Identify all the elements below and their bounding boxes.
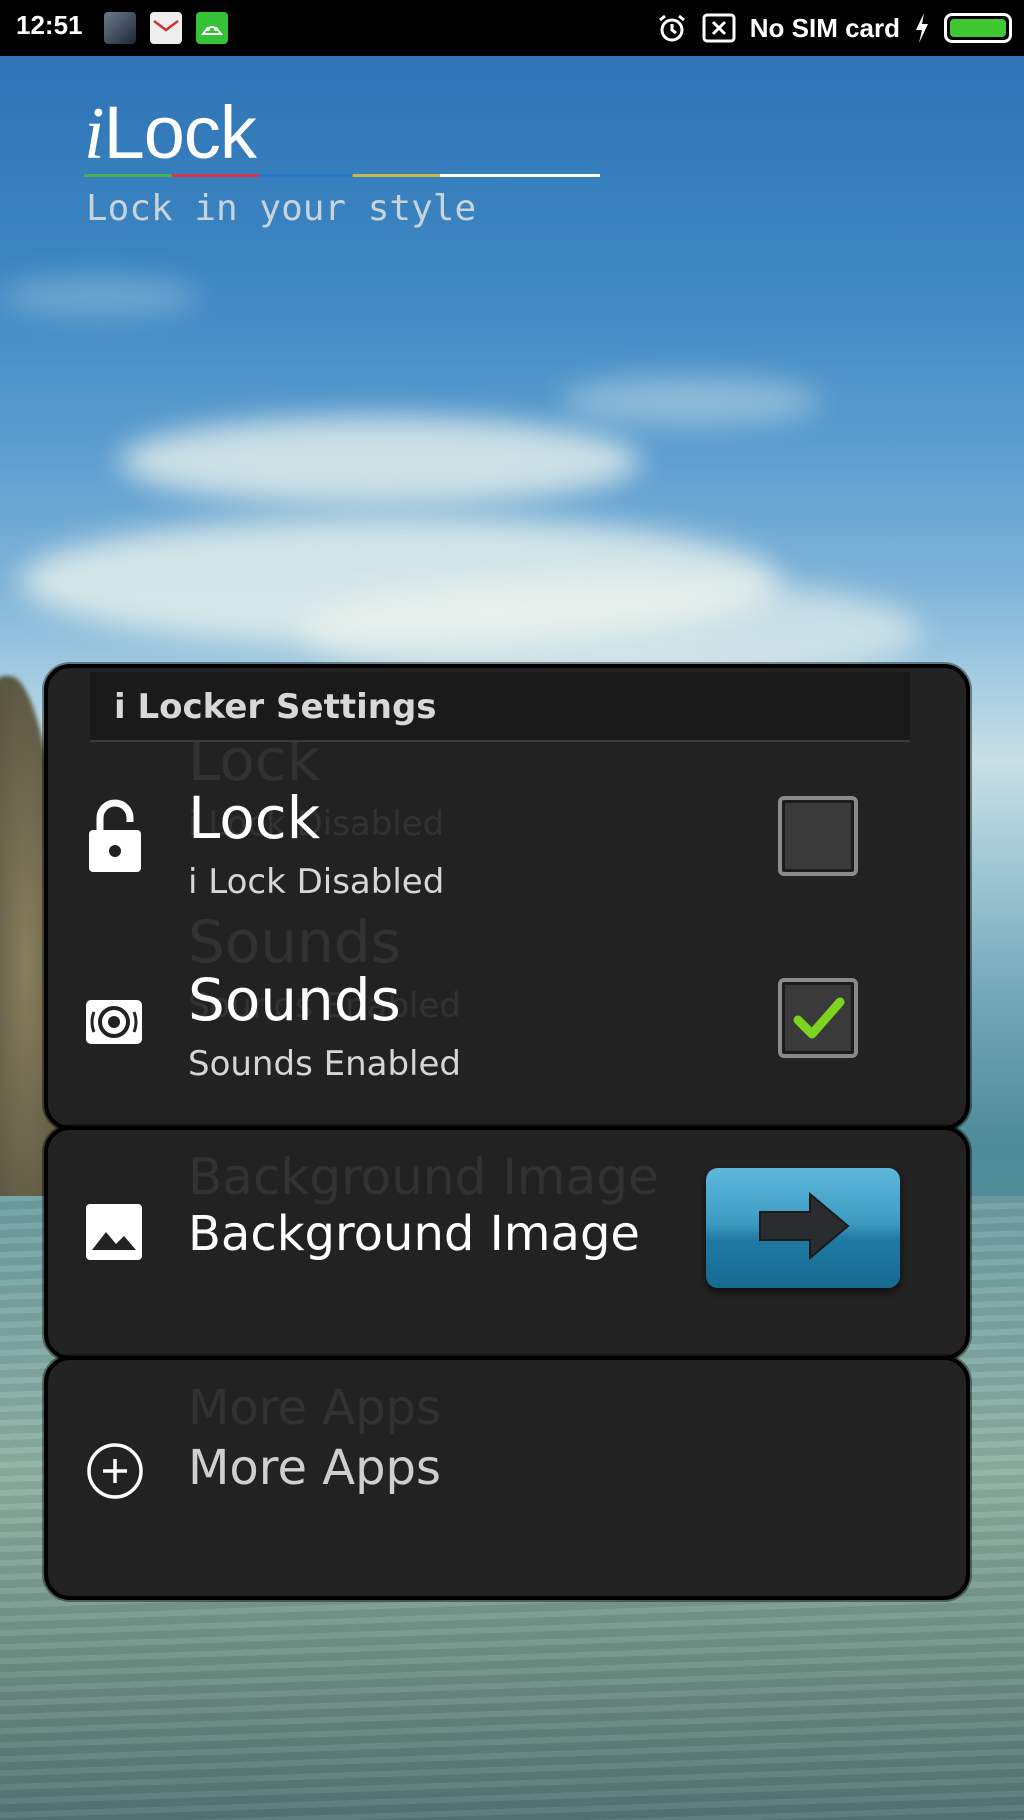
settings-header: i Locker Settings [90,672,910,742]
logo-wordmark: iLock [84,91,257,175]
lock-title: Lock [188,784,321,852]
sounds-checkbox[interactable] [778,978,858,1058]
lock-subtitle: i Lock Disabled [188,862,445,902]
status-time: 12:51 [16,10,83,40]
sounds-title: Sounds [188,966,401,1034]
checkmark-icon [793,997,845,1039]
android-notification-icon [196,12,228,44]
charging-icon [916,13,928,43]
more-apps-panel[interactable]: More Apps More Apps [44,1356,970,1600]
background-image-button[interactable] [706,1168,900,1288]
app-logo: iLock Lock in your style [84,91,600,229]
carrier-label: No SIM card [749,12,900,43]
add-circle-icon [87,1443,143,1499]
arrow-right-icon [759,1191,850,1261]
mail-notification-icon [150,12,182,44]
sounds-subtitle: Sounds Enabled [188,1044,461,1084]
settings-panel: Lock i Lock Disabled Sounds Sounds Enabl… [44,664,970,1130]
lock-checkbox[interactable] [778,796,858,876]
alarm-icon [658,14,685,42]
status-bar: 12:51 No SIM card [0,0,1024,56]
gallery-notification-icon [104,12,136,44]
background-image-label: Background Image [188,1206,640,1262]
lock-open-icon [89,799,141,872]
logo-underline [84,174,600,177]
more-apps-label: More Apps [188,1440,442,1496]
image-icon [86,1204,142,1260]
battery-icon [944,13,1012,43]
background-image-panel[interactable]: Background Image Background Image [44,1126,970,1360]
speaker-icon [86,1000,142,1044]
logo-tagline: Lock in your style [86,188,477,229]
no-sim-icon [702,13,736,43]
